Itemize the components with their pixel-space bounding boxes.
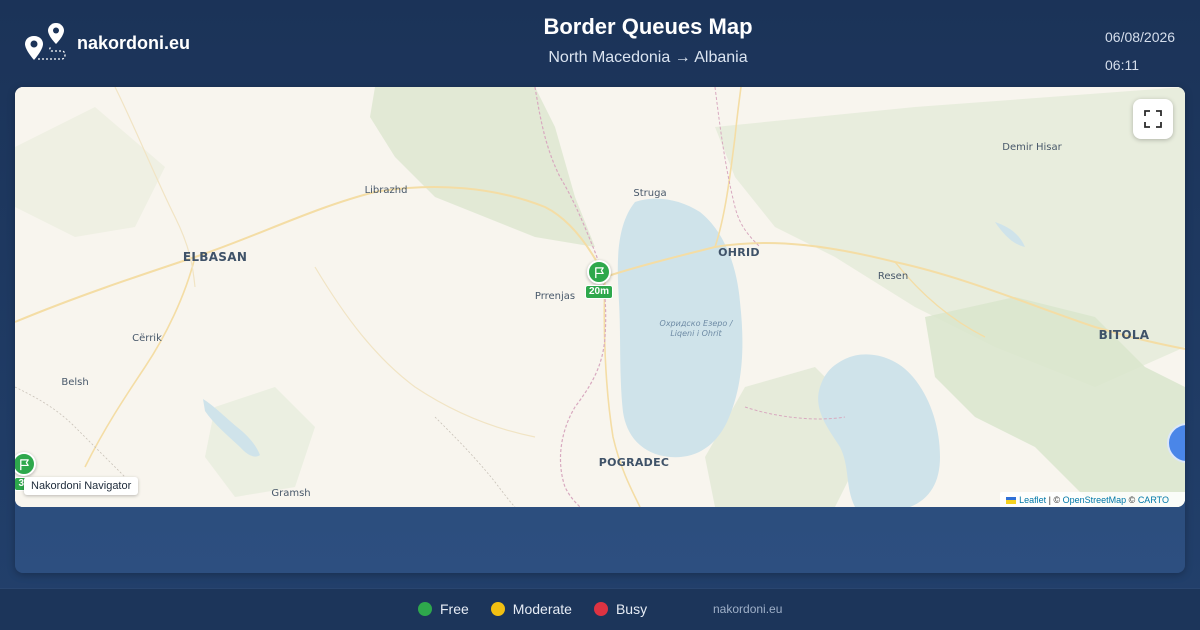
place-belsh: Belsh <box>61 377 89 388</box>
attribution-copy: © <box>1126 495 1138 505</box>
marker-pin <box>15 452 36 476</box>
flag-icon <box>594 266 604 278</box>
status-dot-moderate <box>490 602 505 616</box>
legend-label: Moderate <box>512 601 572 617</box>
footer-site-link[interactable]: nakordoni.eu <box>713 602 782 616</box>
page-title: Border Queues Map <box>543 14 753 39</box>
place-demir-hisar: Demir Hisar <box>1002 142 1062 153</box>
marker-pin <box>587 260 611 284</box>
status-dot-free <box>418 602 432 616</box>
legend-item-moderate: Moderate <box>490 601 572 617</box>
place-ohrid: OHRID <box>718 246 760 259</box>
place-elbasan: ELBASAN <box>182 250 248 264</box>
datetime: 06/08/2026 06:11 <box>1105 23 1175 79</box>
place-librazhd: Librazhd <box>364 185 408 196</box>
place-resen: Resen <box>877 271 909 282</box>
lake-ohrid-label: Охридско Езеро / Liqeni i Ohrit <box>660 319 733 339</box>
lake-label-line1: Охридско Езеро / <box>659 319 733 328</box>
footer: Free Moderate Busy nakordoni.eu <box>0 588 1200 630</box>
leaflet-link[interactable]: Leaflet <box>1019 495 1046 505</box>
header: nakordoni.eu Border Queues Map North Mac… <box>0 0 1200 88</box>
legend-label: Free <box>440 601 469 617</box>
attribution-separator: | © <box>1046 495 1063 505</box>
route-subtitle: North Macedonia → Albania <box>548 49 748 66</box>
place-bitola: BITOLA <box>1098 328 1150 342</box>
queue-time-badge: 20m <box>585 285 614 299</box>
place-cerrik: Cërrik <box>132 333 162 344</box>
fullscreen-button[interactable] <box>1133 99 1173 139</box>
date-text: 06/08/2026 <box>1105 29 1176 45</box>
place-struga: Struga <box>633 188 667 199</box>
place-gramsh: Gramsh <box>271 488 311 499</box>
place-prrenjas: Prrenjas <box>534 291 576 302</box>
status-legend: Free Moderate Busy <box>418 601 669 617</box>
fullscreen-icon <box>1144 110 1162 128</box>
legend-item-free: Free <box>418 601 469 617</box>
ukraine-flag-icon <box>1006 496 1017 504</box>
flag-icon <box>19 458 29 470</box>
navigator-label[interactable]: Nakordoni Navigator <box>24 477 139 495</box>
carto-link[interactable]: CARTO <box>1138 495 1169 505</box>
border-crossing-marker[interactable]: 20m <box>585 260 614 299</box>
time-text: 06:11 <box>1105 57 1139 73</box>
map-attribution: Leaflet | © OpenStreetMap © CARTO <box>1000 492 1185 507</box>
map-view[interactable]: Demir Hisar Librazhd Struga ELBASAN OHRI… <box>15 87 1185 507</box>
place-pogradec: POGRADEC <box>598 456 670 469</box>
osm-link[interactable]: OpenStreetMap <box>1063 495 1127 505</box>
lake-label-line2: Liqeni i Ohrit <box>670 329 722 338</box>
status-dot-busy <box>593 602 608 616</box>
legend-item-busy: Busy <box>593 601 648 617</box>
legend-label: Busy <box>615 601 648 617</box>
